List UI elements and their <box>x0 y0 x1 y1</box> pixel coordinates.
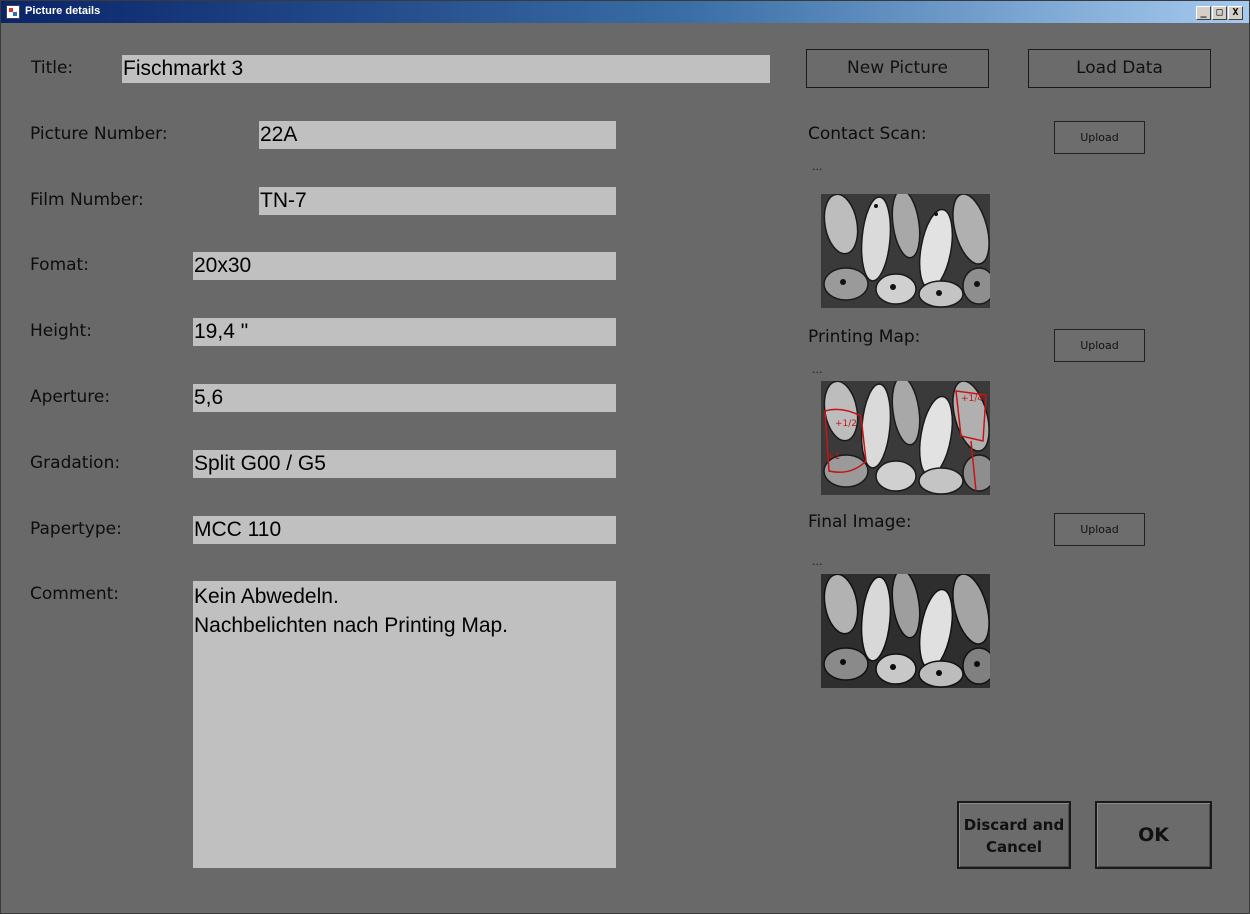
maximize-button[interactable]: □ <box>1212 6 1227 20</box>
ok-button[interactable]: OK <box>1095 801 1212 869</box>
format-label: Fomat: <box>30 255 89 275</box>
form-area: Title: Fischmarkt 3 Picture Number: 22A … <box>5 23 1246 910</box>
printing-map-label: Printing Map: <box>808 327 921 347</box>
contact-scan-image[interactable] <box>821 194 990 308</box>
discard-and-cancel-label: Discard and Cancel <box>963 816 1065 856</box>
printing-map-path: ... <box>812 363 823 376</box>
final-image-path: ... <box>812 555 823 568</box>
svg-text:+1: +1 <box>827 452 840 462</box>
picture-number-field[interactable]: 22A <box>259 121 616 149</box>
upload-final-image-button[interactable]: Upload <box>1054 513 1145 546</box>
contact-scan-path: ... <box>812 160 823 173</box>
comment-textarea[interactable]: Kein Abwedeln. Nachbelichten nach Printi… <box>193 581 616 868</box>
gradation-label: Gradation: <box>30 453 121 473</box>
aperture-field[interactable]: 5,6 <box>193 384 616 412</box>
film-number-field[interactable]: TN-7 <box>259 187 616 215</box>
height-label: Height: <box>30 321 92 341</box>
title-bar[interactable]: Picture details _ □ X <box>1 1 1249 23</box>
format-field[interactable]: 20x30 <box>193 252 616 280</box>
fish-photo-final-icon <box>821 574 990 688</box>
upload-contact-scan-button[interactable]: Upload <box>1054 121 1145 154</box>
picture-details-window: Picture details _ □ X Title: Fischmarkt … <box>0 0 1250 914</box>
discard-and-cancel-button[interactable]: Discard and Cancel <box>957 801 1071 869</box>
title-field[interactable]: Fischmarkt 3 <box>122 55 770 83</box>
picture-number-label: Picture Number: <box>30 124 168 144</box>
upload-printing-map-button[interactable]: Upload <box>1054 329 1145 362</box>
window-title: Picture details <box>25 5 101 17</box>
svg-text:+1/4: +1/4 <box>961 394 983 404</box>
fish-photo-map-icon: +1/2 +1/4 +1 <box>821 381 990 495</box>
app-icon <box>6 5 20 19</box>
load-data-button[interactable]: Load Data <box>1028 49 1211 88</box>
contact-scan-label: Contact Scan: <box>808 124 927 144</box>
aperture-label: Aperture: <box>30 387 111 407</box>
gradation-field[interactable]: Split G00 / G5 <box>193 450 616 478</box>
new-picture-button[interactable]: New Picture <box>806 49 989 88</box>
comment-label: Comment: <box>30 584 120 604</box>
papertype-field[interactable]: MCC 110 <box>193 516 616 544</box>
svg-text:+1/2: +1/2 <box>835 419 857 429</box>
minimize-button[interactable]: _ <box>1196 6 1211 20</box>
papertype-label: Papertype: <box>30 519 122 539</box>
close-button[interactable]: X <box>1228 6 1243 20</box>
title-label: Title: <box>31 58 74 78</box>
printing-map-image[interactable]: +1/2 +1/4 +1 <box>821 381 990 495</box>
final-image-label: Final Image: <box>808 512 912 532</box>
film-number-label: Film Number: <box>30 190 144 210</box>
final-image[interactable] <box>821 574 990 688</box>
fish-photo-icon <box>821 194 990 308</box>
height-field[interactable]: 19,4 " <box>193 318 616 346</box>
